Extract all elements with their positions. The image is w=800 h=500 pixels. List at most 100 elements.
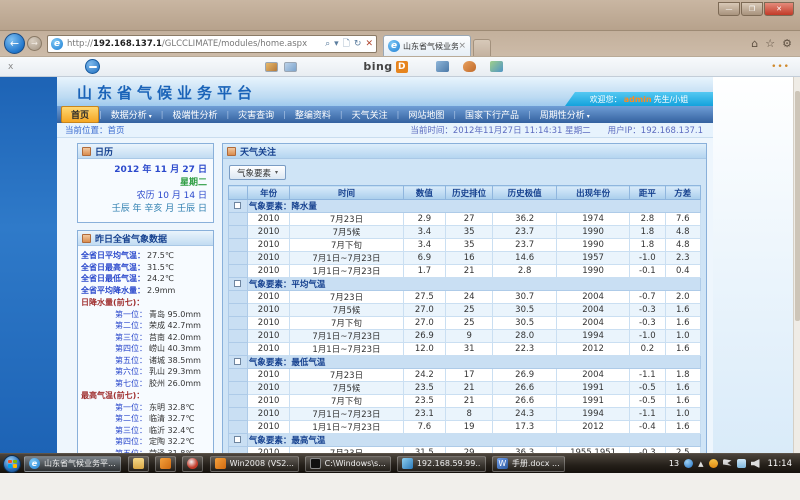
table-cell: 1991 <box>557 382 630 395</box>
browser-tab[interactable]: e 山东省气候业务平... × <box>383 35 471 56</box>
table-cell: 2010 <box>247 304 289 317</box>
table-row[interactable]: 20107月5候23.52126.61991-0.51.6 <box>229 382 701 395</box>
back-button[interactable]: ← <box>4 33 25 54</box>
url-text[interactable]: http://192.168.137.1/GLCCLIMATE/modules/… <box>67 39 321 49</box>
search-icon[interactable]: ⌕ <box>325 39 330 49</box>
table-cell: -0.1 <box>630 265 665 278</box>
accessibility-circle-icon[interactable] <box>85 59 100 74</box>
table-row[interactable]: 20107月1日~7月23日23.1824.31994-1.11.0 <box>229 408 701 421</box>
action-center-flag-icon[interactable] <box>723 459 732 468</box>
checkbox[interactable] <box>234 436 241 443</box>
ie-page-icon: e <box>51 38 63 50</box>
close-button[interactable]: ✕ <box>764 2 794 16</box>
nav-item-0[interactable]: 首页 <box>61 106 99 123</box>
table-row[interactable]: 20107月23日27.52430.72004-0.72.0 <box>229 291 701 304</box>
vertical-scrollbar[interactable] <box>793 77 800 453</box>
bing-logo[interactable]: bing D <box>363 60 407 73</box>
table-cell: 2010 <box>247 330 289 343</box>
table-cell: 21 <box>446 265 493 278</box>
table-row[interactable]: 20107月下旬23.52126.61991-0.51.6 <box>229 395 701 408</box>
nav-item-2[interactable]: 极端性分析 <box>163 107 226 122</box>
table-cell: 2012 <box>557 343 630 356</box>
home-icon[interactable]: ⌂ <box>751 37 758 50</box>
table-row[interactable]: 20107月下旬27.02530.52004-0.31.6 <box>229 317 701 330</box>
pinned-app-orange[interactable] <box>155 456 176 472</box>
row-indent-cell <box>229 304 248 317</box>
paw-icon[interactable] <box>463 61 476 72</box>
taskbar-clock[interactable]: 11:14 <box>768 459 793 469</box>
table-cell: 2010 <box>247 408 289 421</box>
start-button[interactable] <box>3 455 21 473</box>
table-cell: 2004 <box>557 291 630 304</box>
mail-icon[interactable] <box>284 62 297 72</box>
tray-app-icon[interactable] <box>684 459 693 468</box>
rank-value: 诸城 38.5mm <box>149 355 201 367</box>
task-button-0[interactable]: Win2008 (VS2... <box>210 456 299 472</box>
table-row[interactable]: 20107月5候27.02530.52004-0.31.6 <box>229 304 701 317</box>
table-row[interactable]: 20107月23日24.21726.92004-1.11.8 <box>229 369 701 382</box>
nav-item-1[interactable]: 数据分析▾ <box>102 107 161 122</box>
checkbox[interactable] <box>234 202 241 209</box>
tools-gear-icon[interactable]: ⚙ <box>782 37 792 50</box>
table-cell: 2004 <box>557 369 630 382</box>
qq-icon[interactable] <box>709 459 718 468</box>
people-icon[interactable] <box>490 61 503 72</box>
nav-item-7[interactable]: 国家下行产品 <box>456 107 528 122</box>
table-cell: -0.4 <box>630 421 665 434</box>
table-row[interactable]: 20107月1日~7月23日6.91614.61957-1.02.3 <box>229 252 701 265</box>
table-cell: 3.4 <box>403 239 445 252</box>
wallet-icon[interactable] <box>436 61 449 72</box>
pinned-explorer[interactable] <box>128 456 149 472</box>
checkbox[interactable] <box>234 280 241 287</box>
table-cell: 2.8 <box>630 213 665 226</box>
pinned-media-player[interactable] <box>182 456 203 472</box>
welcome-ribbon: 欢迎您：admin 先生/小姐 <box>565 92 713 106</box>
background-window-titlebar <box>0 0 800 31</box>
nav-item-8[interactable]: 周期性分析▾ <box>531 107 599 122</box>
new-tab-button[interactable] <box>473 39 491 56</box>
minimize-button[interactable]: — <box>718 2 740 16</box>
element-filter-button[interactable]: 气象要素 ▾ <box>229 165 286 180</box>
table-row[interactable]: 20107月下旬3.43523.719901.84.8 <box>229 239 701 252</box>
tab-close-icon[interactable]: × <box>458 41 466 51</box>
more-dots-icon[interactable]: ••• <box>771 62 790 72</box>
compatibility-icon[interactable]: 🗋 <box>343 36 350 52</box>
show-hidden-icons[interactable]: ▲ <box>698 460 703 468</box>
table-cell: 9 <box>446 330 493 343</box>
table-cell: 2.0 <box>665 291 700 304</box>
task-button-2[interactable]: 192.168.59.99... <box>397 456 486 472</box>
table-row[interactable]: 20101月1日~7月23日12.03122.320120.21.6 <box>229 343 701 356</box>
table-cell: 25 <box>446 317 493 330</box>
task-button-3[interactable]: W手册.docx ... <box>492 456 565 472</box>
address-bar[interactable]: e http://192.168.137.1/GLCCLIMATE/module… <box>47 35 377 53</box>
stat-value: 31.5℃ <box>147 262 174 274</box>
maximize-button[interactable]: ❐ <box>741 2 763 16</box>
nav-item-5[interactable]: 天气关注 <box>343 107 397 122</box>
speaker-icon[interactable] <box>751 459 760 468</box>
nav-item-6[interactable]: 网站地图 <box>399 107 453 122</box>
nav-item-3[interactable]: 灾害查询 <box>229 107 283 122</box>
table-row[interactable]: 20107月1日~7月23日26.9928.01994-1.01.0 <box>229 330 701 343</box>
task-button-1[interactable]: C:\Windows\s... <box>305 456 391 472</box>
checkbox[interactable] <box>234 358 241 365</box>
dropdown-icon[interactable]: ▾ <box>334 39 339 49</box>
table-row[interactable]: 20101月1日~7月23日7.61917.32012-0.41.6 <box>229 421 701 434</box>
toolbar-close-icon[interactable]: x <box>8 62 13 72</box>
column-header: 历史极值 <box>493 186 557 200</box>
scrollbar-thumb[interactable] <box>795 91 800 321</box>
refresh-icon[interactable]: ↻ <box>354 39 362 49</box>
stop-icon[interactable]: ✕ <box>365 39 373 49</box>
table-cell: 4.8 <box>665 239 700 252</box>
taskbar-active-ie-window[interactable]: e 山东省气候业务平... <box>24 456 121 472</box>
card-icon[interactable] <box>265 62 278 72</box>
table-row[interactable]: 20101月1日~7月23日1.7212.81990-0.10.4 <box>229 265 701 278</box>
network-icon[interactable] <box>737 459 746 468</box>
table-cell: 1974 <box>557 213 630 226</box>
nav-item-4[interactable]: 整编资料 <box>286 107 340 122</box>
weather-stat-row: 全省日平均气温：27.5℃ <box>81 250 209 262</box>
forward-button[interactable]: → <box>27 36 42 51</box>
table-row[interactable]: 20107月23日2.92736.219742.87.6 <box>229 213 701 226</box>
table-row[interactable]: 20107月5候3.43523.719901.84.8 <box>229 226 701 239</box>
favorites-star-icon[interactable]: ☆ <box>765 37 775 50</box>
column-header: 时间 <box>290 186 403 200</box>
